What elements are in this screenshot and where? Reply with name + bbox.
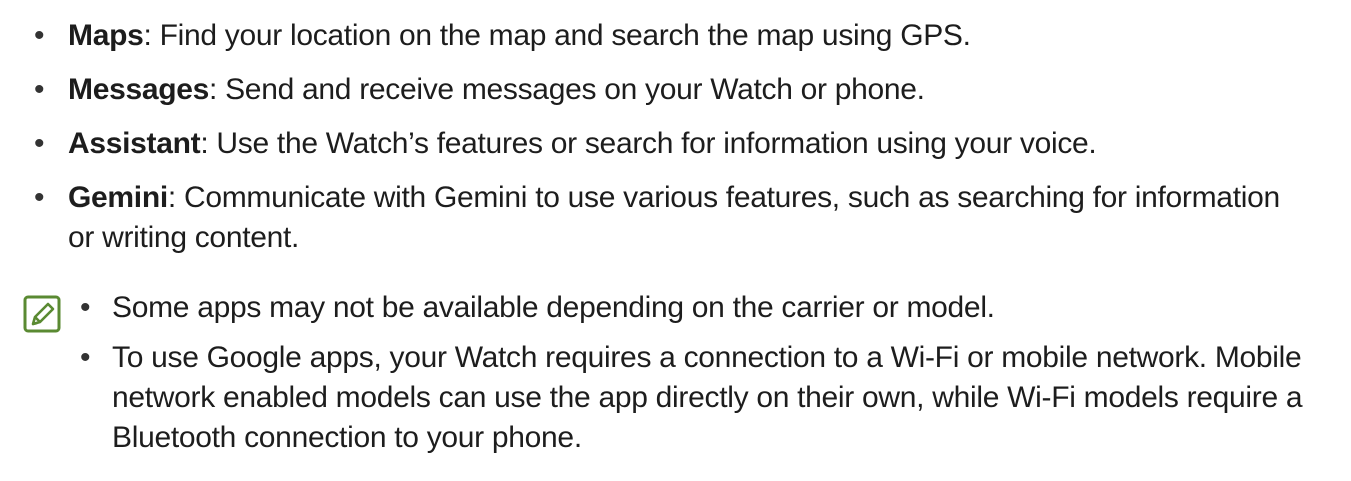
list-item-maps: • Maps: Find your location on the map an…: [30, 16, 1330, 56]
term-label: Assistant: [68, 127, 201, 160]
bullet-dot: •: [80, 341, 91, 374]
term-description: : Find your location on the map and sear…: [143, 19, 971, 52]
list-item-gemini: • Gemini: Communicate with Gemini to use…: [30, 178, 1330, 258]
app-bullet-list: • Maps: Find your location on the map an…: [30, 16, 1330, 272]
bullet-dot: •: [80, 291, 91, 324]
term-description: : Communicate with Gemini to use various…: [68, 181, 1280, 254]
note-list: • Some apps may not be available dependi…: [76, 288, 1346, 468]
note-item: • To use Google apps, your Watch require…: [76, 338, 1346, 458]
note-text: Some apps may not be available depending…: [112, 291, 995, 324]
note-pencil-icon: [22, 294, 62, 334]
bullet-dot: •: [34, 19, 45, 52]
note-item: • Some apps may not be available dependi…: [76, 288, 1346, 328]
note-text: To use Google apps, your Watch requires …: [112, 341, 1303, 454]
bullet-dot: •: [34, 181, 45, 214]
term-description: : Use the Watch’s features or search for…: [200, 127, 1097, 160]
term-label: Maps: [68, 19, 144, 52]
term-label: Messages: [68, 73, 210, 106]
term-description: : Send and receive messages on your Watc…: [209, 73, 925, 106]
bullet-dot: •: [34, 127, 45, 160]
list-item-messages: • Messages: Send and receive messages on…: [30, 70, 1330, 110]
term-label: Gemini: [68, 181, 168, 214]
note-block: • Some apps may not be available dependi…: [0, 288, 1351, 481]
bullet-dot: •: [34, 73, 45, 106]
document-page: • Maps: Find your location on the map an…: [0, 0, 1351, 481]
list-item-assistant: • Assistant: Use the Watch’s features or…: [30, 124, 1330, 164]
